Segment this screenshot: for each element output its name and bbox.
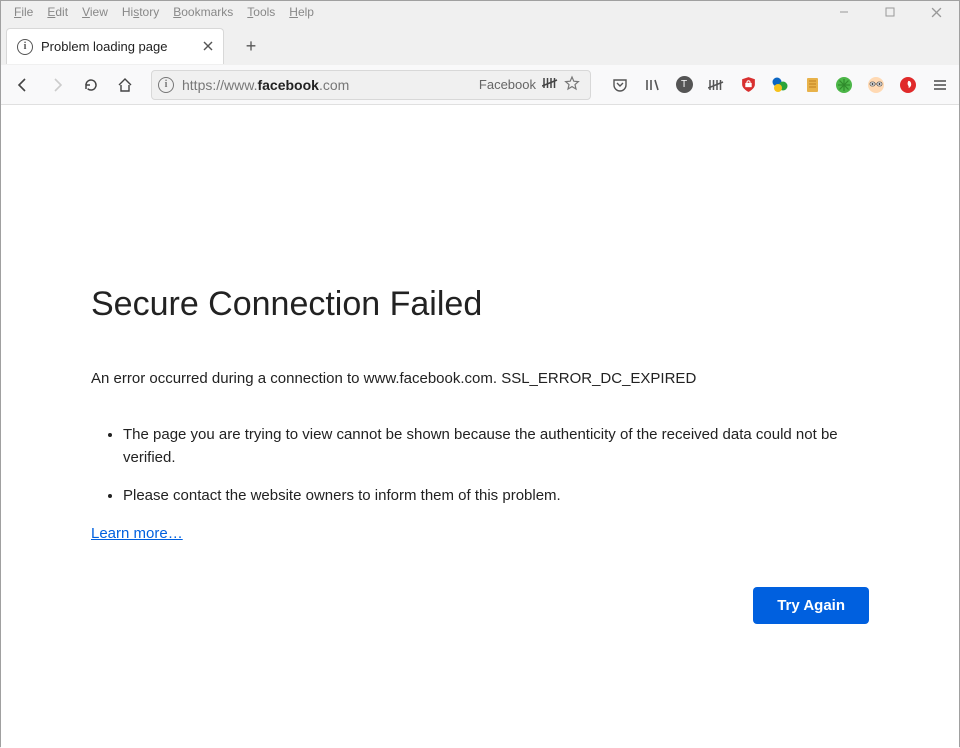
menu-history[interactable]: History: [115, 3, 166, 21]
tracker-count-icon[interactable]: [542, 76, 558, 93]
menu-tools[interactable]: Tools: [240, 3, 282, 21]
ext-ublock-icon[interactable]: [739, 76, 757, 94]
ext-face-icon[interactable]: [867, 76, 885, 94]
url-bar[interactable]: i https://www.facebook.com Facebook: [151, 70, 591, 100]
error-bullet: Please contact the website owners to inf…: [123, 484, 869, 507]
menu-view[interactable]: View: [75, 3, 115, 21]
ext-tally-icon[interactable]: [707, 76, 725, 94]
ext-tab-icon[interactable]: T: [675, 76, 693, 94]
home-button[interactable]: [113, 73, 137, 97]
bookmark-star-icon[interactable]: [564, 75, 580, 94]
error-bullet: The page you are trying to view cannot b…: [123, 423, 869, 470]
try-again-button[interactable]: Try Again: [753, 587, 869, 624]
button-row: Try Again: [91, 587, 869, 624]
hamburger-menu-icon[interactable]: [931, 76, 949, 94]
learn-more-link[interactable]: Learn more…: [91, 525, 183, 542]
insecure-info-icon[interactable]: i: [158, 77, 174, 93]
menu-edit[interactable]: Edit: [40, 3, 75, 21]
window-minimize-button[interactable]: [821, 1, 867, 23]
info-icon: i: [17, 39, 33, 55]
error-page: Secure Connection Failed An error occurr…: [1, 105, 959, 748]
ext-notes-icon[interactable]: [803, 76, 821, 94]
ext-green-icon[interactable]: [835, 76, 853, 94]
url-text: https://www.facebook.com: [182, 77, 479, 93]
library-icon[interactable]: [643, 76, 661, 94]
back-button[interactable]: [11, 73, 35, 97]
tab-title: Problem loading page: [41, 39, 167, 54]
toolbar-extensions: T: [605, 76, 949, 94]
window-controls: [821, 1, 959, 23]
tab-strip: i Problem loading page +: [1, 23, 959, 65]
forward-button[interactable]: [45, 73, 69, 97]
new-tab-button[interactable]: +: [236, 31, 266, 61]
menu-bookmarks[interactable]: Bookmarks: [166, 3, 240, 21]
container-badge: Facebook: [479, 77, 536, 92]
close-tab-icon[interactable]: [203, 40, 213, 54]
menu-file[interactable]: File: [7, 3, 40, 21]
reload-button[interactable]: [79, 73, 103, 97]
menu-help[interactable]: Help: [282, 3, 321, 21]
error-title: Secure Connection Failed: [91, 285, 869, 324]
toolbar: i https://www.facebook.com Facebook T: [1, 65, 959, 105]
window-close-button[interactable]: [913, 1, 959, 23]
ext-red-icon[interactable]: [899, 76, 917, 94]
pocket-icon[interactable]: [611, 76, 629, 94]
window-maximize-button[interactable]: [867, 1, 913, 23]
ext-idm-icon[interactable]: [771, 76, 789, 94]
error-description: An error occurred during a connection to…: [91, 370, 869, 387]
menubar: File Edit View History Bookmarks Tools H…: [1, 1, 959, 23]
active-tab[interactable]: i Problem loading page: [6, 28, 224, 64]
error-bullet-list: The page you are trying to view cannot b…: [91, 423, 869, 507]
url-suffix-group: Facebook: [479, 75, 584, 94]
